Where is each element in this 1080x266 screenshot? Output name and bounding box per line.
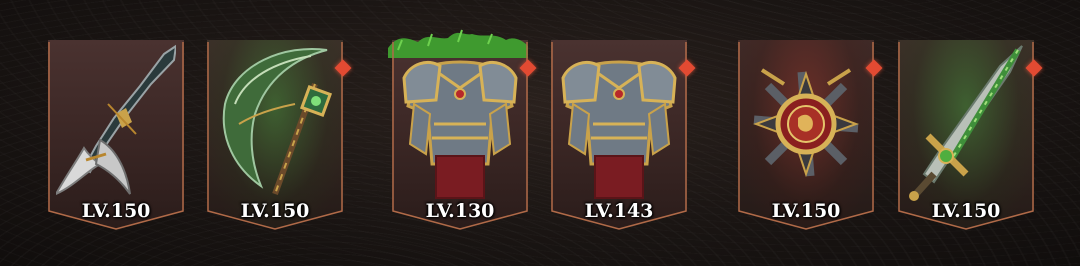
plate-armor-icon bbox=[561, 60, 677, 199]
equipment-slot-4[interactable]: LV.143 bbox=[551, 40, 696, 230]
item-level: LV.150 bbox=[81, 200, 151, 222]
equipment-slot-5[interactable]: LV.150 bbox=[738, 40, 883, 230]
equipment-slot-6[interactable]: LV.150 bbox=[898, 40, 1043, 230]
plate-armor-icon bbox=[402, 60, 518, 199]
green-sword-icon bbox=[909, 45, 1023, 201]
equipment-slot-2[interactable]: LV.150 bbox=[207, 40, 352, 230]
axe-blade-icon bbox=[56, 44, 176, 196]
item-level: LV.150 bbox=[771, 200, 841, 222]
item-level: LV.150 bbox=[240, 200, 310, 222]
item-level: LV.130 bbox=[425, 200, 495, 222]
medal-emblem-icon bbox=[753, 68, 859, 178]
item-level: LV.150 bbox=[931, 200, 1001, 222]
equipment-slot-3[interactable]: LV.130 bbox=[388, 29, 537, 230]
green-scythe-icon bbox=[222, 48, 333, 196]
item-level: LV.143 bbox=[584, 200, 654, 222]
equipment-slot-1[interactable]: LV.150 bbox=[48, 40, 184, 230]
